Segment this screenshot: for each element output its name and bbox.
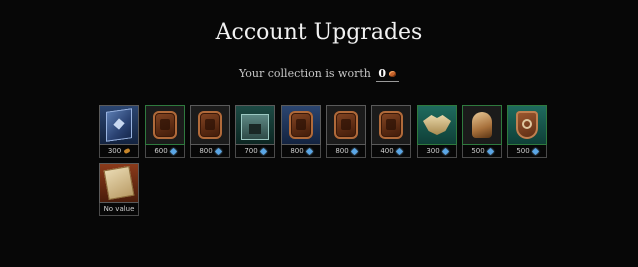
badge-icon [153, 111, 177, 139]
account-upgrades-panel: Account Upgrades Your collection is wort… [0, 0, 638, 267]
upgrade-thumb [281, 105, 321, 145]
gem-icon [214, 147, 222, 155]
page-title: Account Upgrades [215, 20, 423, 45]
upgrade-thumb [507, 105, 547, 145]
upgrade-price: 500 [507, 145, 547, 158]
upgrade-item-shield[interactable]: 500 [507, 105, 547, 158]
upgrade-item-building[interactable]: 700 [235, 105, 275, 158]
upgrade-price: 600 [145, 145, 185, 158]
upgrade-price: 800 [190, 145, 230, 158]
gem-icon [531, 147, 539, 155]
coin-icon [389, 71, 397, 77]
upgrade-price-value: No value [103, 205, 135, 213]
upgrade-thumb [99, 163, 139, 203]
upgrade-price-value: 300 [426, 147, 440, 155]
collection-worth-value: 0 [376, 67, 400, 82]
scroll-icon [103, 165, 135, 201]
book-icon [106, 108, 132, 142]
upgrade-thumb [417, 105, 457, 145]
upgrade-price: 700 [235, 145, 275, 158]
upgrade-price-value: 800 [335, 147, 349, 155]
upgrade-thumb [371, 105, 411, 145]
gem-icon [486, 147, 494, 155]
collection-worth-label: Your collection is worth [238, 67, 371, 80]
upgrade-price-value: 500 [471, 147, 485, 155]
winged-emblem-icon [423, 115, 451, 135]
helmet-icon [472, 112, 492, 138]
upgrade-price-value: 800 [290, 147, 304, 155]
gem-icon [350, 147, 358, 155]
upgrade-item-badge-e[interactable]: 400 [371, 105, 411, 158]
upgrade-price: 400 [371, 145, 411, 158]
coin-icon [123, 147, 131, 155]
upgrade-price: 800 [281, 145, 321, 158]
shield-icon [516, 111, 538, 139]
upgrade-price-value: 500 [516, 147, 530, 155]
badge-icon [289, 111, 313, 139]
upgrade-price: 500 [462, 145, 502, 158]
upgrade-price-value: 800 [199, 147, 213, 155]
upgrade-thumb [462, 105, 502, 145]
upgrade-price: 300 [99, 145, 139, 158]
gem-icon [395, 147, 403, 155]
upgrade-thumb [190, 105, 230, 145]
upgrade-price: 800 [326, 145, 366, 158]
upgrade-thumb [235, 105, 275, 145]
upgrade-item-badge-c[interactable]: 800 [281, 105, 321, 158]
badge-icon [198, 111, 222, 139]
upgrade-item-badge-d[interactable]: 800 [326, 105, 366, 158]
upgrade-price: No value [99, 203, 139, 216]
upgrade-thumb [145, 105, 185, 145]
gem-icon [169, 147, 177, 155]
gem-icon [259, 147, 267, 155]
gem-icon [441, 147, 449, 155]
upgrade-item-badge-b[interactable]: 800 [190, 105, 230, 158]
upgrade-price-value: 400 [380, 147, 394, 155]
upgrade-price: 300 [417, 145, 457, 158]
gem-icon [305, 147, 313, 155]
collection-worth-number: 0 [378, 67, 387, 80]
upgrade-item-helmet[interactable]: 500 [462, 105, 502, 158]
upgrade-item-scroll[interactable]: No value [99, 163, 139, 216]
upgrade-price-value: 700 [244, 147, 258, 155]
badge-icon [334, 111, 358, 139]
upgrade-item-winged-emblem[interactable]: 300 [417, 105, 457, 158]
collection-worth: Your collection is worth 0 [0, 67, 638, 82]
upgrade-item-blue-tome[interactable]: 300 [99, 105, 139, 158]
badge-icon [379, 111, 403, 139]
upgrade-item-badge-a[interactable]: 600 [145, 105, 185, 158]
building-icon [241, 114, 269, 140]
upgrade-thumb [99, 105, 139, 145]
upgrade-price-value: 600 [154, 147, 168, 155]
upgrade-price-value: 300 [107, 147, 122, 155]
upgrade-thumb [326, 105, 366, 145]
